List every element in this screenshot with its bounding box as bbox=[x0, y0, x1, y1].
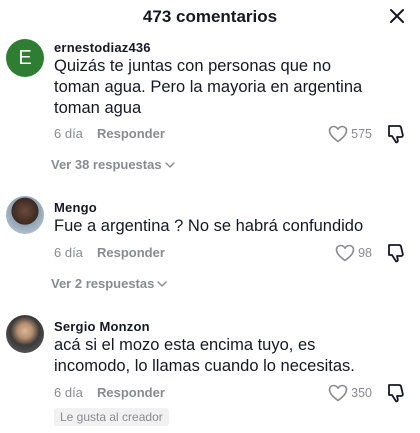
comment-text: Fue a argentina ? No se habrá confundido bbox=[54, 217, 364, 235]
avatar[interactable] bbox=[6, 196, 44, 234]
like-button[interactable]: 575 bbox=[328, 124, 372, 144]
like-count: 575 bbox=[351, 127, 372, 141]
heart-icon bbox=[328, 384, 348, 402]
avatar[interactable]: E bbox=[6, 39, 44, 77]
heart-icon bbox=[335, 244, 355, 262]
reply-button[interactable]: Responder bbox=[97, 385, 165, 400]
chevron-down-icon bbox=[157, 280, 168, 287]
creator-liked-badge: Le gusta al creador bbox=[54, 408, 169, 426]
comment-username[interactable]: Sergio Monzon bbox=[54, 319, 150, 334]
comment-text: Quizás te juntas con personas que no tom… bbox=[54, 57, 363, 117]
reply-button[interactable]: Responder bbox=[97, 126, 165, 141]
like-count: 350 bbox=[351, 386, 372, 400]
comments-count-title: 473 comentarios bbox=[142, 7, 278, 26]
chevron-down-icon bbox=[164, 161, 175, 168]
thumbs-down-icon[interactable] bbox=[386, 383, 408, 403]
comment-username[interactable]: Mengo bbox=[54, 200, 97, 215]
comment-username[interactable]: ernestodiaz436 bbox=[54, 40, 151, 55]
view-replies-button[interactable]: Ver 38 respuestas bbox=[51, 157, 175, 172]
like-button[interactable]: 98 bbox=[335, 243, 372, 263]
view-replies-label: Ver 2 respuestas bbox=[51, 276, 155, 291]
like-button[interactable]: 350 bbox=[328, 383, 372, 403]
like-count: 98 bbox=[358, 246, 372, 260]
reply-button[interactable]: Responder bbox=[97, 245, 165, 260]
comment-time: 6 día bbox=[54, 245, 83, 260]
comment-text: acá si el mozo esta encima tuyo, es inco… bbox=[54, 336, 355, 375]
comments-header: 473 comentarios bbox=[0, 0, 420, 34]
comment-time: 6 día bbox=[54, 126, 83, 141]
view-replies-button[interactable]: Ver 2 respuestas bbox=[51, 276, 168, 291]
view-replies-label: Ver 38 respuestas bbox=[51, 157, 162, 172]
thumbs-down-icon[interactable] bbox=[386, 243, 408, 263]
comment-time: 6 día bbox=[54, 385, 83, 400]
close-icon[interactable] bbox=[386, 5, 408, 27]
avatar[interactable] bbox=[6, 315, 44, 353]
thumbs-down-icon[interactable] bbox=[386, 124, 408, 144]
heart-icon bbox=[328, 125, 348, 143]
